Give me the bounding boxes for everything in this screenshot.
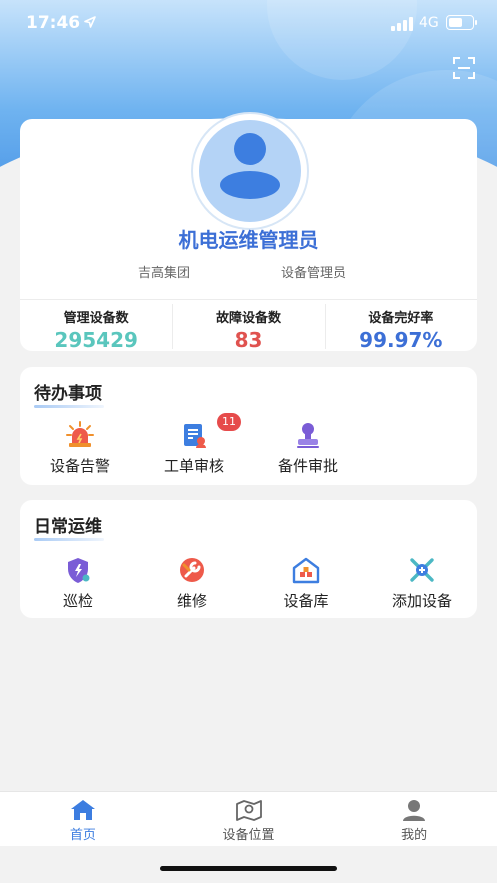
todo-item-label: 设备告警: [49, 457, 110, 475]
repair-wrench-icon: [180, 558, 204, 582]
user-role: 设备管理员: [281, 266, 347, 281]
daily-ops-title: 日常运维: [34, 512, 104, 541]
status-time: 17:46: [26, 13, 81, 33]
signal-icon: [391, 17, 413, 31]
stat-label: 设备完好率: [368, 311, 434, 326]
alarm-light-icon: [66, 421, 94, 447]
tab-label: 首页: [69, 828, 96, 843]
user-name: 机电运维管理员: [178, 228, 319, 252]
stat-value: 83: [234, 328, 263, 352]
inspection-shield-icon: [68, 558, 90, 583]
tab-label: 我的: [401, 828, 428, 843]
status-bar: 17:46 4G: [0, 0, 497, 46]
todo-item-label: 备件审批: [277, 457, 338, 475]
location-arrow-icon: [84, 16, 96, 28]
user-avatar-icon: [199, 120, 301, 222]
avatar[interactable]: [193, 114, 307, 228]
tab-device-location[interactable]: 设备位置: [166, 792, 332, 846]
daily-ops-card: 日常运维 巡检 维修 设备库 添加设备: [20, 500, 477, 618]
approval-stamp-icon: [297, 423, 319, 448]
tab-label: 设备位置: [222, 828, 275, 843]
home-indicator: [160, 866, 337, 871]
map-location-icon: [235, 800, 262, 821]
daily-item-repair[interactable]: 维修: [154, 556, 230, 611]
tab-home[interactable]: 首页: [0, 792, 166, 846]
todo-item-label: 工单审核: [163, 457, 224, 475]
daily-item-label: 添加设备: [391, 592, 452, 610]
stat-managed-devices[interactable]: 管理设备数 295429: [20, 300, 172, 352]
todo-title: 待办事项: [34, 379, 104, 408]
profile-icon: [403, 800, 426, 821]
todo-item-parts-approval[interactable]: 备件审批: [266, 421, 350, 476]
stats-row: 管理设备数 295429 故障设备数 83 设备完好率 99.97%: [20, 299, 477, 352]
network-type: 4G: [419, 15, 439, 31]
user-organization: 吉高集团: [138, 266, 191, 281]
stat-value: 99.97%: [359, 328, 443, 352]
battery-icon: [446, 15, 477, 30]
stat-value: 295429: [54, 328, 138, 352]
work-order-icon: [184, 424, 206, 448]
stat-faulty-devices[interactable]: 故障设备数 83: [172, 300, 324, 352]
profile-card: 机电运维管理员 吉高集团 设备管理员 管理设备数 295429 故障设备数 83…: [20, 114, 477, 352]
stat-health-rate[interactable]: 设备完好率 99.97%: [324, 300, 477, 352]
stat-label: 管理设备数: [63, 311, 129, 326]
stat-label: 故障设备数: [215, 311, 281, 326]
bottom-tab-bar: 首页 设备位置 我的: [0, 791, 497, 846]
daily-item-label: 维修: [176, 592, 207, 610]
home-icon: [70, 800, 95, 820]
daily-item-label: 设备库: [283, 592, 329, 610]
scan-icon[interactable]: [452, 56, 476, 80]
warehouse-icon: [292, 557, 320, 584]
tab-mine[interactable]: 我的: [331, 792, 497, 846]
daily-item-label: 巡检: [62, 592, 93, 610]
daily-item-add-device[interactable]: 添加设备: [380, 556, 464, 611]
add-device-tools-icon: [410, 558, 434, 582]
todo-card: 待办事项 设备告警 工单审核 11 备件审批: [20, 367, 477, 485]
unread-badge: 11: [217, 413, 241, 431]
todo-item-device-alarm[interactable]: 设备告警: [38, 421, 122, 476]
daily-item-inspection[interactable]: 巡检: [40, 556, 116, 611]
daily-item-device-warehouse[interactable]: 设备库: [268, 556, 344, 611]
